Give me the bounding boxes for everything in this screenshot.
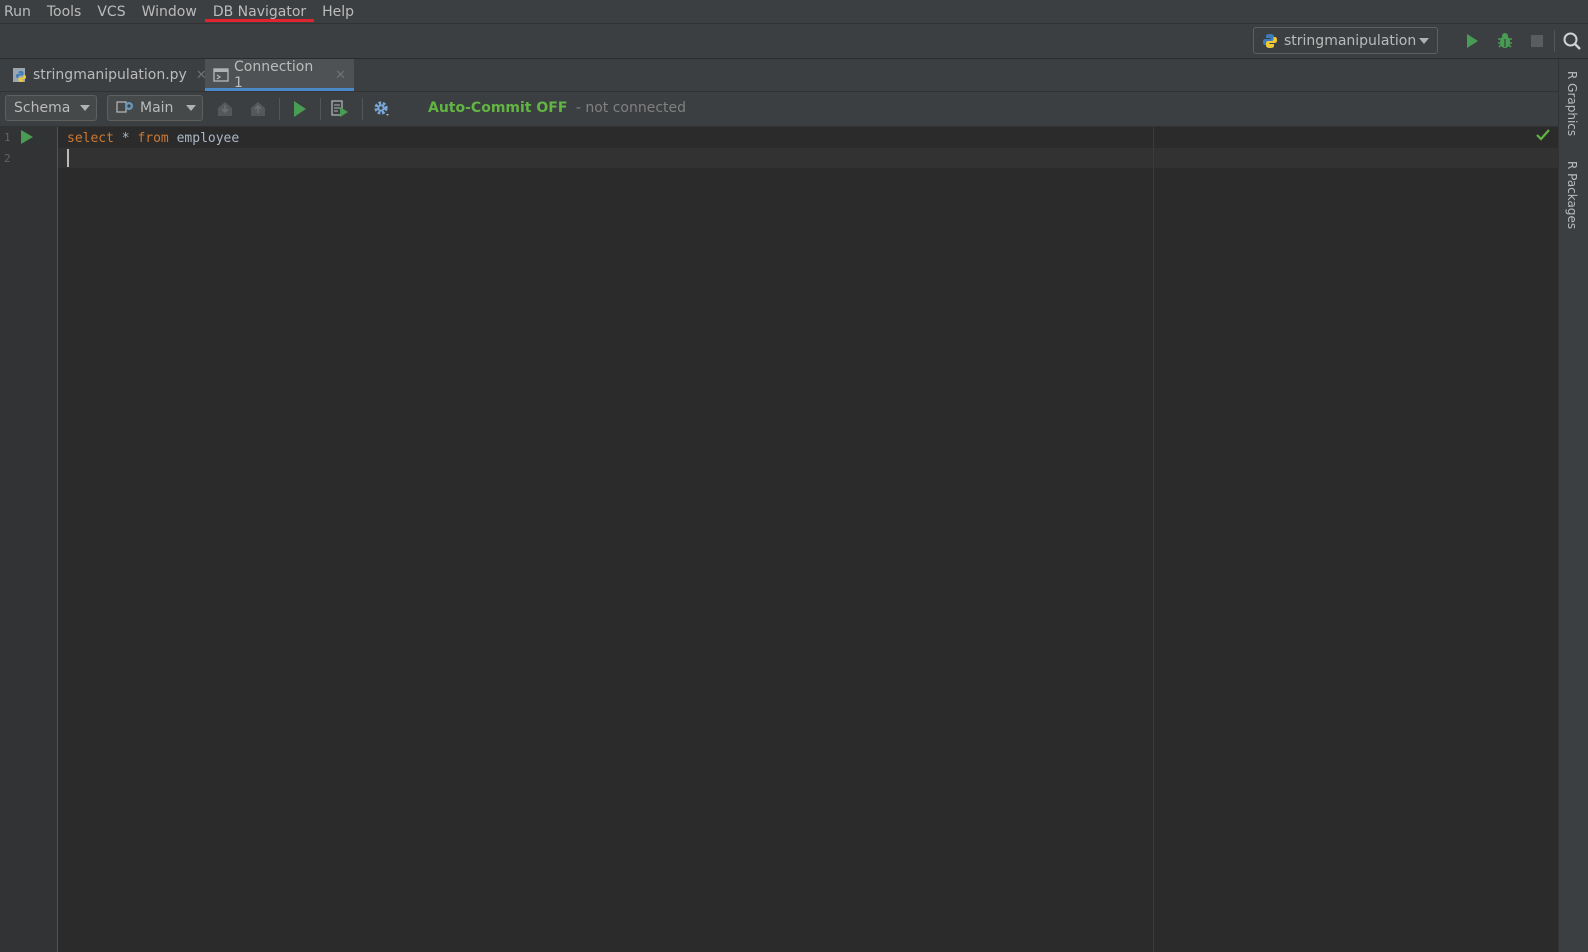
console-icon [213, 67, 229, 83]
line-number: 2 [4, 152, 11, 165]
python-file-icon [12, 67, 28, 83]
tab-label: Connection 1 [234, 59, 314, 91]
keyword-from: from [137, 131, 169, 146]
debug-icon[interactable] [1495, 31, 1515, 51]
r-graphics-tool-button[interactable]: R Graphics [1565, 71, 1579, 136]
python-icon [1262, 33, 1278, 49]
text-caret [67, 149, 69, 167]
code-identifier: employee [168, 131, 240, 146]
r-packages-tool-button[interactable]: R Packages [1565, 161, 1579, 229]
sql-editor[interactable]: select * from employee [58, 127, 1558, 952]
toolbar-separator [320, 98, 321, 120]
menu-db-navigator[interactable]: DB Navigator [205, 2, 314, 22]
menu-tools[interactable]: Tools [39, 2, 90, 22]
keyword-select: select [67, 131, 114, 146]
run-configuration-label: stringmanipulation [1284, 32, 1417, 49]
execute-statement-icon[interactable] [289, 99, 309, 119]
code-operator: * [113, 131, 138, 146]
tab-label: stringmanipulation.py [33, 67, 187, 83]
menu-bar: Run Tools VCS Window DB Navigator Help [0, 0, 1588, 24]
chevron-down-icon [186, 105, 196, 111]
line-number: 1 [4, 131, 11, 144]
toolbar-separator [279, 98, 280, 120]
rollback-icon[interactable] [248, 99, 268, 119]
right-margin-guide [1153, 127, 1154, 952]
run-icon[interactable] [1462, 31, 1482, 51]
run-line-icon[interactable] [20, 129, 34, 149]
close-icon[interactable]: ✕ [335, 68, 346, 83]
db-editor-toolbar: Schema Main Auto-Commit OFF - not connec… [0, 92, 1558, 127]
navigation-toolbar: stringmanipulation [0, 24, 1588, 59]
chevron-down-icon [80, 105, 90, 111]
stop-icon[interactable] [1527, 31, 1547, 51]
code-line-1[interactable]: select * from employee [67, 129, 239, 148]
menu-run[interactable]: Run [0, 2, 39, 22]
search-icon[interactable] [1562, 31, 1582, 51]
auto-commit-label[interactable]: Auto-Commit OFF [428, 100, 567, 116]
schema-dropdown-label: Schema [14, 100, 71, 116]
checkmark-icon [1536, 127, 1550, 146]
tab-connection-1[interactable]: Connection 1 ✕ [205, 59, 354, 91]
tab-stringmanipulation-py[interactable]: stringmanipulation.py ✕ [4, 59, 207, 91]
menu-vcs[interactable]: VCS [89, 2, 133, 22]
session-dropdown-label: Main [140, 100, 174, 116]
execute-script-icon[interactable] [330, 99, 350, 119]
menu-window[interactable]: Window [134, 2, 205, 22]
editor-gutter: 1 2 [0, 127, 58, 952]
chevron-down-icon [1419, 37, 1429, 44]
gear-icon[interactable] [372, 99, 392, 119]
menu-help[interactable]: Help [314, 2, 362, 22]
editor-tabs: stringmanipulation.py ✕ Connection 1 ✕ [0, 59, 1558, 92]
schema-dropdown[interactable]: Schema [5, 95, 97, 121]
right-tool-strip: R Graphics R Packages [1558, 59, 1588, 952]
auto-commit-status: Auto-Commit OFF - not connected [428, 100, 686, 116]
toolbar-separator [362, 98, 363, 120]
run-configuration-dropdown[interactable]: stringmanipulation [1253, 27, 1438, 54]
session-dropdown[interactable]: Main [107, 95, 203, 121]
connection-status: - not connected [575, 100, 687, 116]
current-line-highlight [58, 148, 1558, 168]
session-icon [116, 100, 136, 116]
commit-icon[interactable] [215, 99, 235, 119]
toolbar-separator [1554, 30, 1555, 52]
